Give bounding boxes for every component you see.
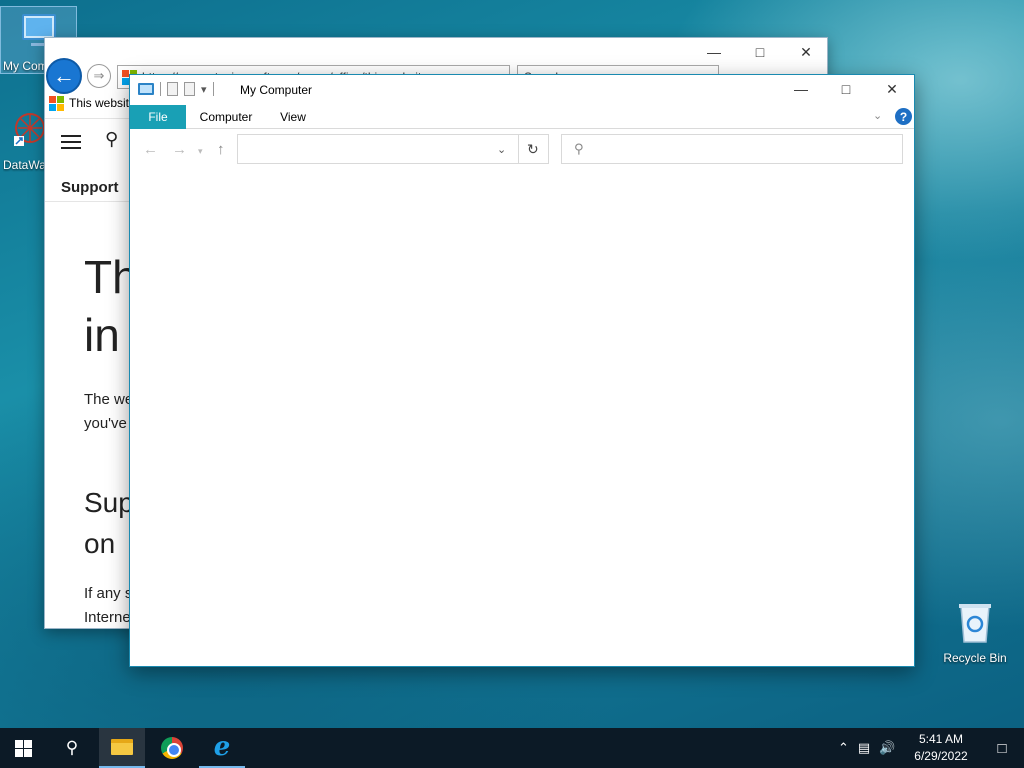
tab-file[interactable]: File (130, 105, 186, 129)
customize-dropdown-icon[interactable]: ▾ (201, 83, 207, 96)
taskbar-internet-explorer[interactable]: e (199, 728, 245, 768)
expand-ribbon-icon[interactable]: ⌄ (873, 109, 882, 122)
maximize-icon[interactable]: □ (737, 38, 783, 66)
address-bar[interactable]: ⌄ ↻ (237, 134, 549, 164)
datawa-app-icon (14, 113, 45, 146)
page-heading-line: in (84, 309, 120, 361)
back-button[interactable]: ← (46, 58, 82, 94)
divider (212, 82, 214, 96)
taskbar-chrome[interactable] (149, 728, 195, 768)
minimize-icon[interactable]: — (691, 38, 737, 66)
taskbar-search-button[interactable]: ⚲ (49, 728, 95, 768)
maximize-icon[interactable]: □ (823, 75, 869, 103)
divider (160, 82, 161, 96)
volume-icon[interactable]: 🔊 (879, 740, 895, 756)
window-title: My Computer (240, 83, 313, 97)
paragraph-line: Interne (84, 609, 131, 626)
paragraph-line: The we (84, 391, 134, 408)
section-heading-line: on (84, 528, 116, 559)
back-arrow-icon[interactable]: ← (143, 141, 158, 158)
system-tray: ⌃ ▤ 🔊 (838, 728, 895, 768)
new-folder-icon[interactable] (184, 82, 195, 96)
computer-icon (138, 83, 154, 95)
address-dropdown-icon[interactable]: ⌄ (497, 143, 506, 156)
clock-date: 6/29/2022 (914, 749, 968, 763)
up-arrow-icon[interactable]: ↑ (217, 141, 225, 158)
help-icon[interactable]: ? (895, 108, 912, 125)
tab-title: This website (69, 96, 136, 110)
windows-logo-icon (14, 739, 32, 757)
desktop-icon-label: DataWa (3, 158, 46, 172)
navigation-bar: ← → ▾ ↑ ⌄ ↻ ⚲ (130, 129, 914, 171)
internet-explorer-icon: e (213, 732, 231, 762)
search-input[interactable]: ⚲ (561, 134, 903, 164)
properties-icon[interactable] (167, 82, 178, 96)
ribbon-tabs: File Computer View ⌄ ? (130, 105, 914, 129)
taskbar: ⚲ e ⌃ ▤ 🔊 5:41 AM 6/29/2022 □ (0, 728, 1024, 768)
minimize-icon[interactable]: — (778, 75, 824, 103)
desktop-icon-label: Recycle Bin (943, 651, 1007, 665)
desktop-icon-recycle-bin[interactable]: Recycle Bin (938, 600, 1012, 665)
section-heading-line: Sup (84, 487, 134, 518)
tab-view[interactable]: View (266, 105, 320, 129)
clock-time: 5:41 AM (918, 732, 964, 746)
network-icon[interactable]: ▤ (858, 740, 870, 756)
chevron-up-icon[interactable]: ⌃ (838, 740, 849, 756)
taskbar-file-explorer[interactable] (99, 728, 145, 768)
start-button[interactable] (0, 728, 46, 768)
divider (518, 135, 519, 163)
paragraph-line: you've (84, 415, 127, 432)
close-icon[interactable]: ✕ (783, 38, 827, 66)
search-icon: ⚲ (65, 738, 79, 757)
forward-button[interactable]: ⇒ (87, 64, 111, 88)
search-icon[interactable]: ⚲ (105, 129, 118, 150)
forward-arrow-icon[interactable]: → (172, 141, 187, 158)
notifications-icon[interactable]: □ (980, 728, 1024, 768)
microsoft-logo-icon (49, 95, 64, 111)
tab-computer[interactable]: Computer (190, 105, 262, 129)
close-icon[interactable]: ✕ (869, 75, 915, 103)
title-bar[interactable]: ▾ My Computer — □ ✕ (130, 75, 914, 105)
browser-tab[interactable]: This website (49, 92, 136, 114)
support-menu[interactable]: Support (61, 179, 119, 196)
recent-locations-dropdown-icon[interactable]: ▾ (198, 146, 203, 157)
quick-access-toolbar: ▾ (138, 82, 214, 96)
clock[interactable]: 5:41 AM 6/29/2022 (910, 731, 972, 765)
refresh-icon[interactable]: ↻ (527, 141, 539, 158)
recycle-bin-icon (959, 604, 991, 643)
folder-icon (111, 739, 133, 755)
search-icon: ⚲ (574, 141, 584, 156)
content-area[interactable] (130, 171, 914, 666)
chrome-icon (161, 737, 183, 759)
paragraph-line: If any s (84, 585, 133, 602)
file-explorer-window[interactable]: ▾ My Computer — □ ✕ File Computer View ⌄… (129, 74, 915, 667)
hamburger-menu-icon[interactable] (61, 135, 81, 153)
